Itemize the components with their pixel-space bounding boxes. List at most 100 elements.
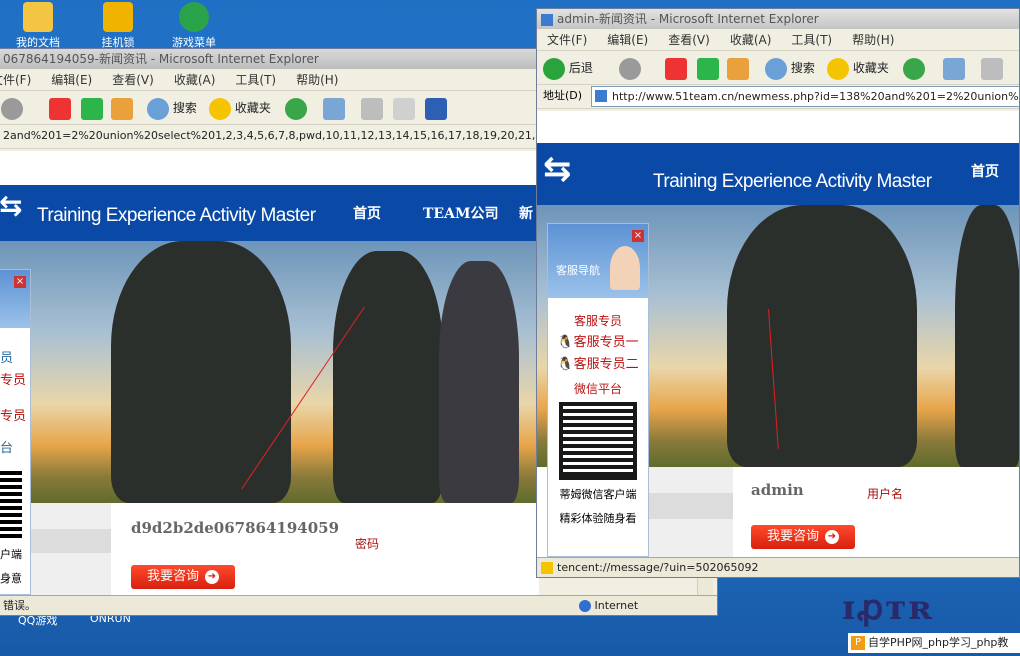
field-label: 密码	[355, 537, 380, 551]
home-icon	[111, 97, 133, 120]
favorites-label: 收藏夹	[852, 61, 889, 75]
nav-team-company[interactable]: TEAM公司	[423, 203, 498, 223]
menu-item-favorites[interactable]: 收藏(A)	[730, 29, 772, 50]
stop-button[interactable]	[49, 96, 71, 120]
menu-item-help[interactable]: 帮助(H)	[296, 69, 338, 90]
globe-icon	[579, 600, 591, 612]
print-button[interactable]	[361, 96, 383, 120]
cs-item[interactable]: 员	[0, 350, 30, 368]
search-button[interactable]: 搜索	[147, 96, 197, 120]
customer-service-panel: × 员 专员 专员 台 户端 身意	[0, 269, 31, 595]
cs-item[interactable]: 台	[0, 440, 30, 458]
search-label: 搜索	[790, 61, 815, 75]
search-button[interactable]: 搜索	[765, 56, 815, 80]
cs-qq-item[interactable]: 🐧客服专员一	[548, 334, 648, 352]
menu-item-edit[interactable]: 编辑(E)	[51, 69, 92, 90]
home-button[interactable]	[111, 96, 133, 120]
page-content: ⇆ Training Experience Activity Master 首页…	[0, 151, 539, 595]
menu-item-edit[interactable]: 编辑(E)	[607, 29, 648, 50]
star-icon	[827, 57, 849, 80]
address-input[interactable]: 2and%201=2%20union%20select%201,2,3,4,5,…	[0, 126, 588, 147]
back-button[interactable]	[1, 96, 23, 120]
sidebar-block	[31, 529, 111, 553]
team-logo-icon: ⇆	[543, 149, 572, 189]
cs-item[interactable]: 专员	[0, 408, 30, 426]
page-content: ⇆ Training Experience Activity Master 首页…	[537, 111, 1019, 557]
mail-button[interactable]	[943, 56, 965, 80]
favorites-button[interactable]: 收藏夹	[827, 56, 889, 80]
menu-item-tools[interactable]: 工具(T)	[235, 69, 276, 90]
site-slogan: Training Experience Activity Master	[37, 205, 316, 226]
watermark-text: P 自学PHP网_php学习_php教	[848, 633, 1020, 653]
cs-footer: 蒂姆微信客户端	[559, 488, 637, 501]
arrow-left-icon	[1, 97, 23, 120]
folder-icon	[23, 2, 53, 32]
status-bar: 错误。 Internet	[0, 595, 717, 615]
hiker-figure	[333, 251, 443, 503]
button-label: 我要咨询	[146, 569, 199, 584]
refresh-icon	[81, 97, 103, 120]
stop-icon	[665, 57, 687, 80]
back-button[interactable]: 后退	[543, 56, 593, 80]
desktop-icon-lock[interactable]: 挂机锁	[88, 2, 148, 50]
menu-item-view[interactable]: 查看(V)	[112, 69, 154, 90]
nav-home[interactable]: 首页	[353, 203, 381, 223]
close-icon[interactable]: ×	[632, 230, 644, 242]
injected-value: admin	[751, 481, 804, 499]
site-slogan: Training Experience Activity Master	[653, 171, 932, 192]
toolbar: 后退 搜索 收藏夹	[537, 51, 1019, 85]
search-label: 搜索	[172, 101, 197, 115]
media-icon	[285, 97, 307, 120]
qq-penguin-icon: 🐧	[557, 335, 574, 350]
team-logo-icon: ⇆	[0, 189, 23, 222]
messenger-button[interactable]	[425, 96, 447, 120]
consult-button[interactable]: 我要咨询 ➜	[131, 565, 235, 589]
menu-item-favorites[interactable]: 收藏(A)	[174, 69, 216, 90]
menu-item-help[interactable]: 帮助(H)	[852, 29, 894, 50]
paw-icon	[425, 97, 447, 120]
window-titlebar[interactable]: admin-新闻资讯 - Microsoft Internet Explorer	[537, 9, 1019, 29]
close-icon[interactable]: ×	[14, 276, 26, 288]
button-label: 我要咨询	[766, 529, 819, 544]
star-icon	[209, 97, 231, 120]
back-label: 后退	[568, 61, 593, 75]
edit-button[interactable]	[393, 96, 415, 120]
menu-item-tools[interactable]: 工具(T)	[791, 29, 832, 50]
address-input[interactable]: http://www.51team.cn/newmess.php?id=138%…	[591, 86, 1019, 107]
cs-item[interactable]: 专员	[0, 372, 30, 390]
hiker-figure	[955, 205, 1019, 467]
warning-icon	[541, 562, 553, 574]
refresh-button[interactable]	[697, 56, 719, 80]
mail-button[interactable]	[323, 96, 345, 120]
nav-home[interactable]: 首页	[971, 161, 999, 181]
cs-qq-item[interactable]: 🐧客服专员二	[548, 356, 648, 374]
sidebar-block	[649, 493, 733, 519]
menu-item-view[interactable]: 查看(V)	[668, 29, 710, 50]
field-label: 用户名	[867, 487, 904, 501]
desktop-icon-game-menu[interactable]: 游戏菜单	[164, 2, 224, 50]
cs-item[interactable]: 客服专员	[548, 312, 648, 330]
print-button[interactable]	[981, 56, 1003, 80]
stop-button[interactable]	[665, 56, 687, 80]
cs-item[interactable]: 微信平台	[548, 380, 648, 398]
refresh-icon	[697, 57, 719, 80]
nav-news[interactable]: 新	[519, 203, 533, 223]
media-button[interactable]	[903, 56, 925, 80]
arrow-right-icon: ➜	[825, 529, 839, 544]
mail-icon	[943, 57, 965, 80]
menu-item-file[interactable]: 文件(F)	[547, 29, 587, 50]
home-button[interactable]	[727, 56, 749, 80]
qr-code-icon	[0, 468, 22, 538]
mail-icon	[323, 97, 345, 120]
watermark-label: 自学PHP网_php学习_php教	[868, 636, 1009, 649]
media-button[interactable]	[285, 96, 307, 120]
favorites-button[interactable]: 收藏夹	[209, 96, 271, 120]
menu-item-file[interactable]: 文件(F)	[0, 69, 31, 90]
refresh-button[interactable]	[81, 96, 103, 120]
forward-button[interactable]	[619, 56, 641, 80]
search-icon	[765, 57, 787, 80]
desktop-icon-my-documents[interactable]: 我的文档	[8, 2, 68, 50]
lock-icon	[103, 2, 133, 32]
ie-window-2[interactable]: admin-新闻资讯 - Microsoft Internet Explorer…	[536, 8, 1020, 578]
consult-button[interactable]: 我要咨询 ➜	[751, 525, 855, 549]
